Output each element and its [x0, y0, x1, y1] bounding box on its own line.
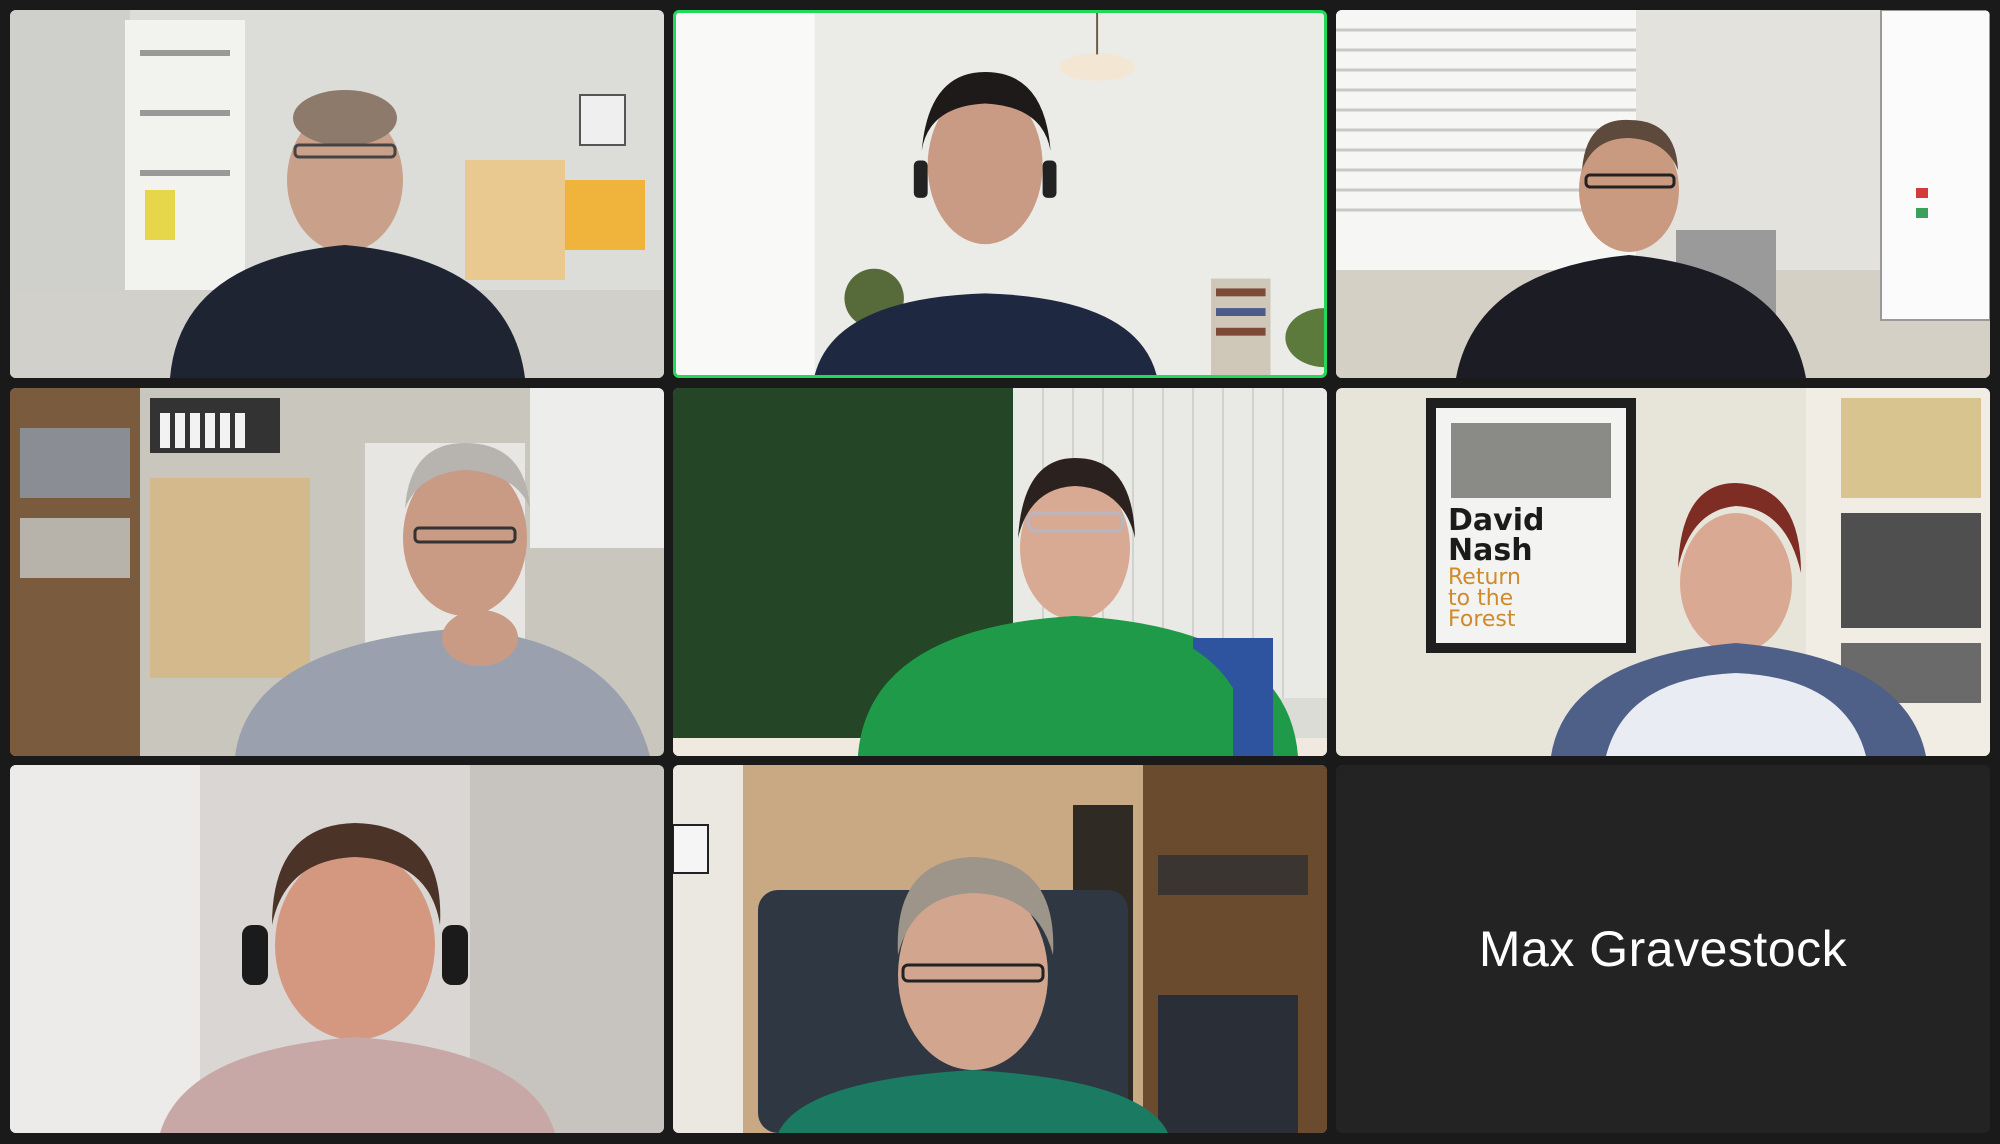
poster-title-line-2: Nash	[1448, 533, 1533, 568]
participant-video-6: David Nash Return to the Forest	[1336, 388, 1990, 756]
participant-tile-7[interactable]	[10, 765, 664, 1133]
participant-tile-5[interactable]	[673, 388, 1327, 756]
participant-tile-4[interactable]	[10, 388, 664, 756]
participant-tile-2[interactable]	[673, 10, 1327, 378]
poster-subtitle-line-3: Forest	[1448, 607, 1516, 632]
participant-name-label: Max Gravestock	[1478, 921, 1848, 977]
participant-video-8	[673, 765, 1327, 1133]
participant-video-5	[673, 388, 1327, 756]
participant-video-1	[10, 10, 664, 378]
participant-video-3	[1336, 10, 1990, 378]
participant-tile-3[interactable]	[1336, 10, 1990, 378]
participant-video-2	[676, 13, 1324, 375]
participant-tile-8[interactable]	[673, 765, 1327, 1133]
participant-tile-1[interactable]	[10, 10, 664, 378]
participant-video-7	[10, 765, 664, 1133]
participant-video-4	[10, 388, 664, 756]
video-gallery: David Nash Return to the Forest Max Grav…	[0, 0, 2000, 1144]
participant-tile-9[interactable]: Max Gravestock	[1336, 765, 1990, 1133]
participant-tile-6[interactable]: David Nash Return to the Forest	[1336, 388, 1990, 756]
